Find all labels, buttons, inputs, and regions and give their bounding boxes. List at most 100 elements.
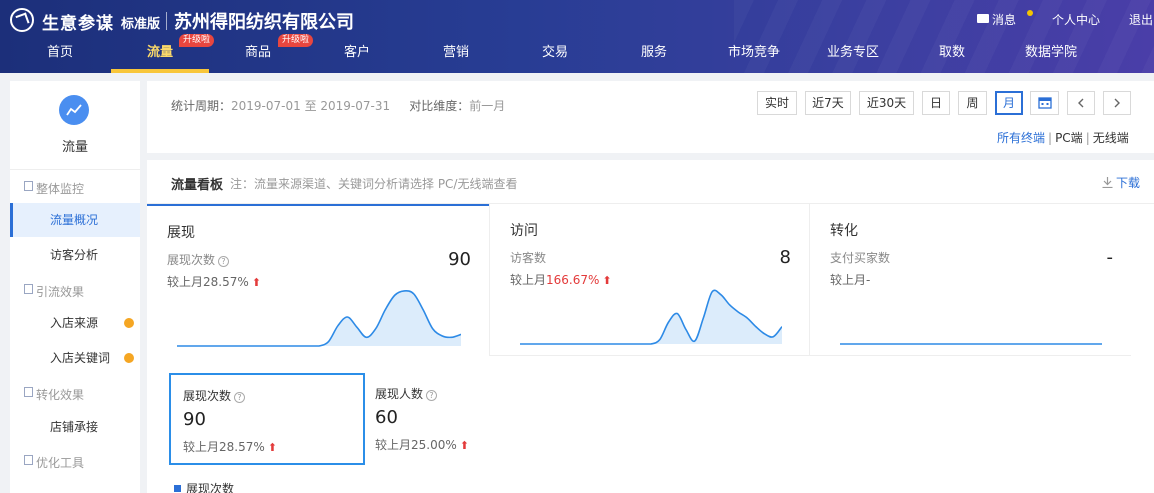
nav-customer[interactable]: 客户 (332, 44, 382, 73)
card-metric-label: 访客数 (510, 251, 547, 265)
compare-label: 对比维度： (409, 99, 470, 113)
filter-panel: 统计周期：2019-07-01 至 2019-07-31 对比维度：前一月 实时… (147, 81, 1154, 153)
sidebar-item-store-keywords[interactable]: 入店关键词 (10, 341, 140, 375)
board-title: 流量看板 (171, 178, 224, 193)
kpi-compare: 较上月28.57% ⬆ (183, 440, 277, 454)
sparkline-conversion (840, 343, 1102, 345)
sidebar-group-label: 优化工具 (36, 456, 85, 470)
card-title: 展现 (167, 225, 195, 241)
message-unread-dot (1027, 10, 1033, 16)
sidebar-group-traffic-effect: 引流效果 (24, 283, 85, 300)
card-metric-label: 支付买家数 (830, 251, 891, 265)
kpi-compare: 较上月25.00% ⬆ (375, 438, 469, 452)
kpi-title: 展现人数? (375, 385, 438, 402)
range-30days-button[interactable]: 近30天 (859, 91, 914, 115)
nav-data-academy[interactable]: 数据学院 (1016, 44, 1086, 73)
sidebar-group-optimize-tools: 优化工具 (24, 454, 85, 471)
up-arrow-icon: ⬆ (267, 441, 277, 454)
nav-market-competition[interactable]: 市场竞争 (720, 44, 788, 73)
help-icon[interactable]: ? (234, 392, 246, 403)
nav-marketing[interactable]: 营销 (431, 44, 481, 73)
nav-business-zone[interactable]: 业务专区 (819, 44, 887, 73)
download-button[interactable]: 下载 (1102, 174, 1140, 191)
calendar-icon (1037, 97, 1052, 109)
sidebar-group-label: 转化效果 (36, 388, 85, 402)
chevron-right-icon (1114, 98, 1120, 108)
messages-link[interactable]: 消息 (992, 11, 1016, 28)
sidebar-item-store-undertake[interactable]: 店铺承接 (10, 410, 140, 444)
nav-trade[interactable]: 交易 (530, 44, 580, 73)
nav-active-underline (111, 69, 209, 73)
nav-product[interactable]: 商品 (233, 44, 283, 73)
sparkline-area (520, 290, 782, 344)
building-icon (24, 455, 33, 465)
mail-icon[interactable] (977, 14, 989, 23)
sidebar-group-overall: 整体监控 (24, 180, 84, 197)
sidebar-item-visitor-analysis[interactable]: 访客分析 (10, 238, 140, 272)
sidebar-group-label: 引流效果 (36, 285, 85, 299)
sidebar-divider (10, 169, 140, 170)
traffic-board: 流量看板 注：流量来源渠道、关键词分析请选择 PC/无线端查看 下载 展现 展现… (147, 160, 1154, 493)
terminal-pc-link[interactable]: PC端 (1055, 131, 1083, 145)
nav-data-fetch[interactable]: 取数 (927, 44, 977, 73)
product-upgrade-badge: 升级啦 (278, 34, 314, 47)
kpi-exposure-count[interactable]: 展现次数? 90 较上月28.57% ⬆ (169, 373, 365, 465)
nav-home[interactable]: 首页 (35, 44, 85, 73)
upgrade-dot-icon (124, 353, 134, 363)
top-header: 生意参谋 标准版 苏州得阳纺织有限公司 消息 个人中心 退出 首页 流量 升级啦… (0, 0, 1154, 73)
range-day-button[interactable]: 日 (922, 91, 950, 115)
range-7days-button[interactable]: 近7天 (805, 91, 851, 115)
range-realtime-button[interactable]: 实时 (757, 91, 797, 115)
building-icon (24, 284, 33, 294)
sidebar-item-traffic-overview[interactable]: 流量概况 (10, 203, 140, 237)
terminal-switch: 所有终端 | PC端 | 无线端 (997, 131, 1129, 145)
upgrade-dot-icon (124, 318, 134, 328)
compare-value: 前一月 (469, 99, 506, 113)
card-title: 转化 (830, 223, 858, 239)
chevron-left-icon (1078, 98, 1084, 108)
card-conversion[interactable]: 转化 支付买家数 - 较上月- (810, 204, 1131, 356)
card-metric-label: 展现次数? (167, 251, 230, 268)
logout-link[interactable]: 退出 (1129, 11, 1153, 28)
compass-logo-icon[interactable] (10, 8, 34, 32)
up-arrow-icon: ⬆ (459, 439, 469, 452)
period-value: 2019-07-01 至 2019-07-31 (231, 99, 391, 113)
chart-legend[interactable]: 展现次数 (174, 480, 234, 493)
brand-name[interactable]: 生意参谋 (42, 9, 114, 34)
personal-center-link[interactable]: 个人中心 (1052, 11, 1100, 28)
nav-service[interactable]: 服务 (629, 44, 679, 73)
terminal-wireless-link[interactable]: 无线端 (1093, 131, 1129, 145)
sidebar-item-store-source[interactable]: 入店来源 (10, 306, 140, 340)
calendar-button[interactable] (1030, 91, 1059, 115)
sparkline-visit (520, 289, 782, 345)
terminal-all-link[interactable]: 所有终端 (997, 131, 1045, 145)
card-metric-value: 8 (779, 247, 791, 268)
sidebar: 流量 整体监控 流量概况 访客分析 引流效果 入店来源 入店关键词 转化效果 店… (10, 81, 140, 493)
company-name: 苏州得阳纺织有限公司 (174, 12, 354, 33)
period-label: 统计周期： (171, 99, 232, 113)
next-period-button[interactable] (1103, 91, 1131, 115)
card-visit[interactable]: 访问 访客数 8 较上月166.67% ⬆ (489, 204, 810, 356)
sparkline-exposure (177, 290, 461, 347)
download-icon (1102, 177, 1113, 189)
range-week-button[interactable]: 周 (958, 91, 987, 115)
period-info: 统计周期：2019-07-01 至 2019-07-31 对比维度：前一月 (171, 97, 505, 114)
help-icon[interactable]: ? (218, 256, 230, 267)
prev-period-button[interactable] (1067, 91, 1095, 115)
building-icon (24, 387, 33, 397)
card-title: 访问 (510, 223, 538, 239)
sidebar-item-label: 入店关键词 (50, 351, 111, 365)
kpi-exposure-people[interactable]: 展现人数? 60 较上月25.00% ⬆ (363, 373, 559, 465)
sparkline-area (177, 290, 461, 346)
card-exposure[interactable]: 展现 展现次数? 90 较上月28.57% ⬆ (147, 204, 489, 356)
traffic-upgrade-badge: 升级啦 (179, 34, 215, 47)
range-month-button[interactable]: 月 (995, 91, 1023, 115)
legend-swatch (174, 485, 181, 492)
legend-label: 展现次数 (186, 482, 235, 493)
download-label: 下载 (1116, 176, 1141, 190)
kpi-value: 60 (375, 407, 398, 428)
help-icon[interactable]: ? (426, 390, 438, 401)
board-note: 注：流量来源渠道、关键词分析请选择 PC/无线端查看 (230, 177, 518, 191)
building-icon (24, 181, 33, 191)
header-divider (166, 12, 167, 30)
